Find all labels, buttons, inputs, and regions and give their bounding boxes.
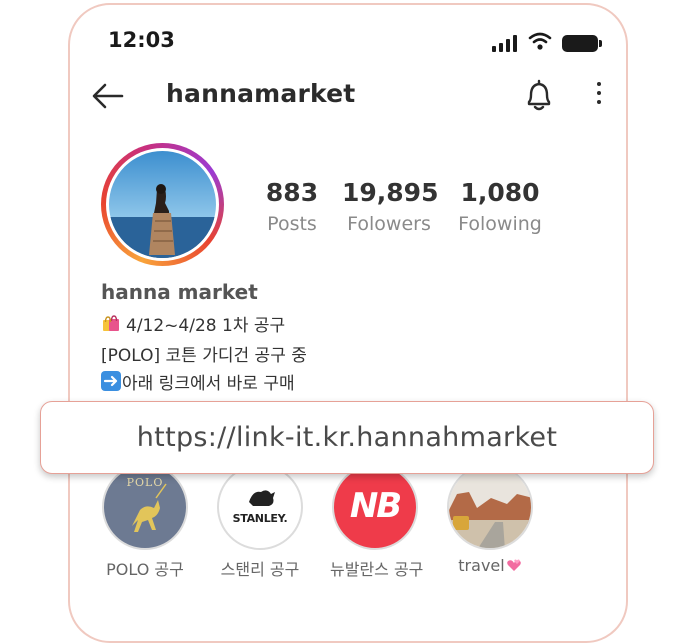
highlight-stanley[interactable]: STANLEY. 스탠리 공구 <box>215 464 305 580</box>
polo-horse-icon <box>132 483 167 532</box>
stanley-bear-icon <box>249 490 275 506</box>
profile-link[interactable]: https://link-it.kr.hannahmarket <box>40 401 654 474</box>
highlight-travel-thumb <box>447 464 533 550</box>
profile-username: hannamarket <box>166 79 356 108</box>
stat-following[interactable]: 1,080 Folowing <box>454 178 546 235</box>
battery-icon <box>562 35 602 52</box>
highlight-polo-caption: POLO 공구 <box>106 560 184 579</box>
newbalance-logo-text: NB <box>349 486 402 526</box>
avatar-photo <box>109 151 216 258</box>
highlight-travel[interactable]: travel <box>445 464 535 575</box>
stat-posts-label: Posts <box>267 213 317 235</box>
travel-photo <box>449 466 531 548</box>
more-vertical-icon[interactable] <box>597 82 601 104</box>
highlight-stanley-caption: 스탠리 공구 <box>220 560 300 579</box>
stat-posts[interactable]: 883 Posts <box>262 178 322 235</box>
bio-line-1-text: 4/12~4/28 1차 공구 <box>126 316 286 336</box>
highlight-newbalance-thumb: NB <box>332 464 418 550</box>
stat-followers-value: 19,895 <box>342 178 439 207</box>
bio-line-1: 4/12~4/28 1차 공구 <box>101 311 285 336</box>
back-arrow-icon[interactable] <box>92 82 124 110</box>
signal-icon <box>492 34 517 52</box>
highlight-polo-thumb: POLO <box>102 464 188 550</box>
avatar[interactable] <box>101 143 224 266</box>
stat-posts-value: 883 <box>265 178 319 207</box>
stat-following-value: 1,080 <box>460 178 540 207</box>
highlight-newbalance-caption: 뉴발란스 공구 <box>330 560 424 579</box>
highlight-polo[interactable]: POLO POLO 공구 <box>100 464 190 580</box>
bio-name: hanna market <box>101 280 258 304</box>
bio-line-2: [POLO] 코튼 가디건 공구 중 <box>101 346 307 366</box>
stat-followers-label: Folowers <box>347 213 431 235</box>
status-time: 12:03 <box>108 28 175 52</box>
shopping-bags-icon <box>103 315 119 331</box>
stat-following-label: Folowing <box>458 213 542 235</box>
pink-hearts-icon <box>506 559 521 571</box>
highlight-travel-caption: travel <box>445 556 535 575</box>
highlight-newbalance[interactable]: NB 뉴발란스 공구 <box>330 464 424 580</box>
bio-line-3-text: 아래 링크에서 바로 구매 <box>122 374 295 394</box>
bell-icon[interactable] <box>524 78 554 112</box>
stat-followers[interactable]: 19,895 Folowers <box>342 178 439 235</box>
bio-line-3: 아래 링크에서 바로 구매 <box>101 369 295 394</box>
wifi-icon <box>528 32 552 50</box>
stanley-logo-text: STANLEY. <box>232 512 288 525</box>
highlight-travel-caption-text: travel <box>458 556 505 575</box>
right-arrow-emoji-icon <box>101 371 121 391</box>
highlight-stanley-thumb: STANLEY. <box>217 464 303 550</box>
